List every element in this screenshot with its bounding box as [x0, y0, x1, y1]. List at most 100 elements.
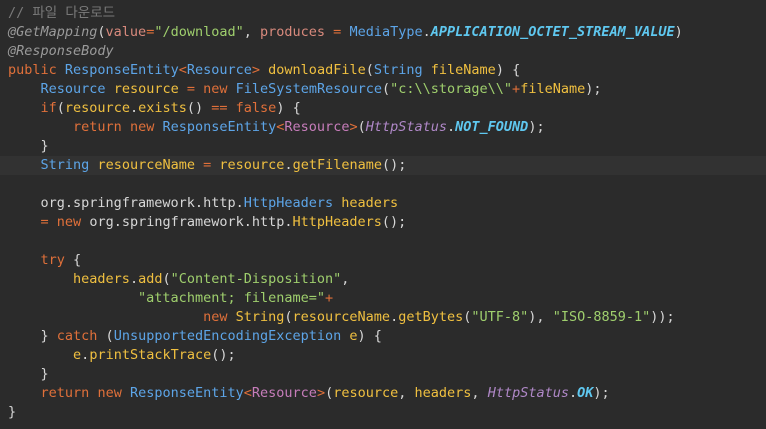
code-token: "UTF-8"	[471, 309, 529, 325]
code-token: }	[8, 138, 49, 154]
code-token: (	[162, 271, 171, 287]
code-token: (	[284, 309, 293, 325]
code-token: (	[97, 328, 114, 344]
code-line[interactable]: String resourceName = resource.getFilena…	[0, 156, 766, 175]
code-token: resource	[333, 385, 399, 401]
code-token: >	[251, 62, 261, 78]
code-token: }	[8, 328, 57, 344]
code-token: (	[381, 81, 391, 97]
code-line[interactable]: }	[0, 403, 766, 422]
code-token: {	[64, 252, 82, 268]
code-token: false	[235, 100, 277, 116]
code-line[interactable]: }	[0, 365, 766, 384]
code-token: OK	[577, 385, 594, 401]
code-token: String	[235, 309, 285, 325]
code-line[interactable]: public ResponseEntity<Resource> download…	[0, 61, 766, 80]
code-token: ResponseEntity	[64, 62, 179, 78]
code-editor[interactable]: // 파일 다운로드 @GetMapping(value="/download",…	[0, 0, 766, 429]
code-line[interactable]: return new ResponseEntity<Resource>(reso…	[0, 384, 766, 403]
code-token: );	[593, 385, 610, 401]
code-token: e	[73, 347, 82, 363]
code-token: (	[325, 385, 334, 401]
code-token: .	[422, 24, 431, 40]
code-token: (	[97, 24, 106, 40]
code-token: new	[56, 214, 82, 230]
code-token: resourceName	[97, 157, 195, 173]
code-line[interactable]: @GetMapping(value="/download", produces …	[0, 23, 766, 42]
code-token: produces	[260, 24, 326, 40]
code-line[interactable]: @ResponseBody	[0, 42, 766, 61]
code-token: ,	[243, 24, 260, 40]
code-line[interactable]: return new ResponseEntity<Resource>(Http…	[0, 118, 766, 137]
code-token: .	[447, 119, 456, 135]
code-token: resource	[113, 81, 179, 97]
code-token: org.springframework.http.	[81, 214, 293, 230]
code-line[interactable]: try {	[0, 251, 766, 270]
code-line[interactable]: } catch (UnsupportedEncodingException e)…	[0, 327, 766, 346]
code-line[interactable]	[0, 232, 766, 251]
code-line[interactable]: Resource resource = new FileSystemResour…	[0, 80, 766, 99]
code-token: "Content-Disposition"	[170, 271, 342, 287]
code-token: =	[40, 214, 49, 230]
code-token: Resource	[186, 62, 252, 78]
code-line[interactable]: new String(resourceName.getBytes("UTF-8"…	[0, 308, 766, 327]
code-token: (	[365, 62, 374, 78]
code-token: +	[324, 290, 334, 306]
code-token: ()	[186, 100, 212, 116]
code-token: new	[203, 81, 228, 97]
code-token: APPLICATION_OCTET_STREAM_VALUE	[430, 24, 675, 40]
code-token: resourceName	[292, 309, 391, 325]
code-token: ();	[381, 157, 407, 173]
code-token: )	[674, 24, 683, 40]
code-token: HttpHeaders	[243, 195, 334, 211]
code-token: "c:\\storage\\"	[390, 81, 513, 97]
code-line[interactable]: "attachment; filename="+	[0, 289, 766, 308]
code-token: ,	[398, 385, 415, 401]
code-token: ResponseEntity	[162, 119, 277, 135]
code-token: =	[186, 81, 195, 97]
code-token: new	[203, 309, 228, 325]
code-token: UnsupportedEncodingException	[113, 328, 342, 344]
code-token: "attachment; filename="	[138, 290, 325, 306]
code-token: fileName	[520, 81, 586, 97]
code-token: NOT_FOUND	[455, 119, 529, 135]
code-line[interactable]: }	[0, 137, 766, 156]
code-token: ) {	[357, 328, 382, 344]
code-token: HttpStatus	[487, 385, 569, 401]
code-token: printStackTrace	[89, 347, 212, 363]
code-token: .	[129, 271, 139, 287]
code-line[interactable]: headers.add("Content-Disposition",	[0, 270, 766, 289]
code-token: <	[178, 62, 187, 78]
code-line[interactable]: e.printStackTrace();	[0, 346, 766, 365]
code-line[interactable]: org.springframework.http.HttpHeaders hea…	[0, 194, 766, 213]
code-line[interactable]	[0, 175, 766, 194]
code-line[interactable]: // 파일 다운로드	[0, 4, 766, 23]
code-token: (	[56, 100, 65, 116]
code-token: >	[349, 119, 358, 135]
code-token: );	[528, 119, 545, 135]
code-token: return	[40, 385, 90, 401]
code-token: ();	[211, 347, 236, 363]
code-token: new	[97, 385, 122, 401]
code-token: >	[316, 385, 326, 401]
code-token: }	[8, 366, 49, 382]
code-token: .	[568, 385, 578, 401]
code-line[interactable]: if(resource.exists() == false) {	[0, 99, 766, 118]
code-line[interactable]: = new org.springframework.http.HttpHeade…	[0, 213, 766, 232]
code-token: try	[40, 252, 65, 268]
code-token: Resource	[284, 119, 350, 135]
